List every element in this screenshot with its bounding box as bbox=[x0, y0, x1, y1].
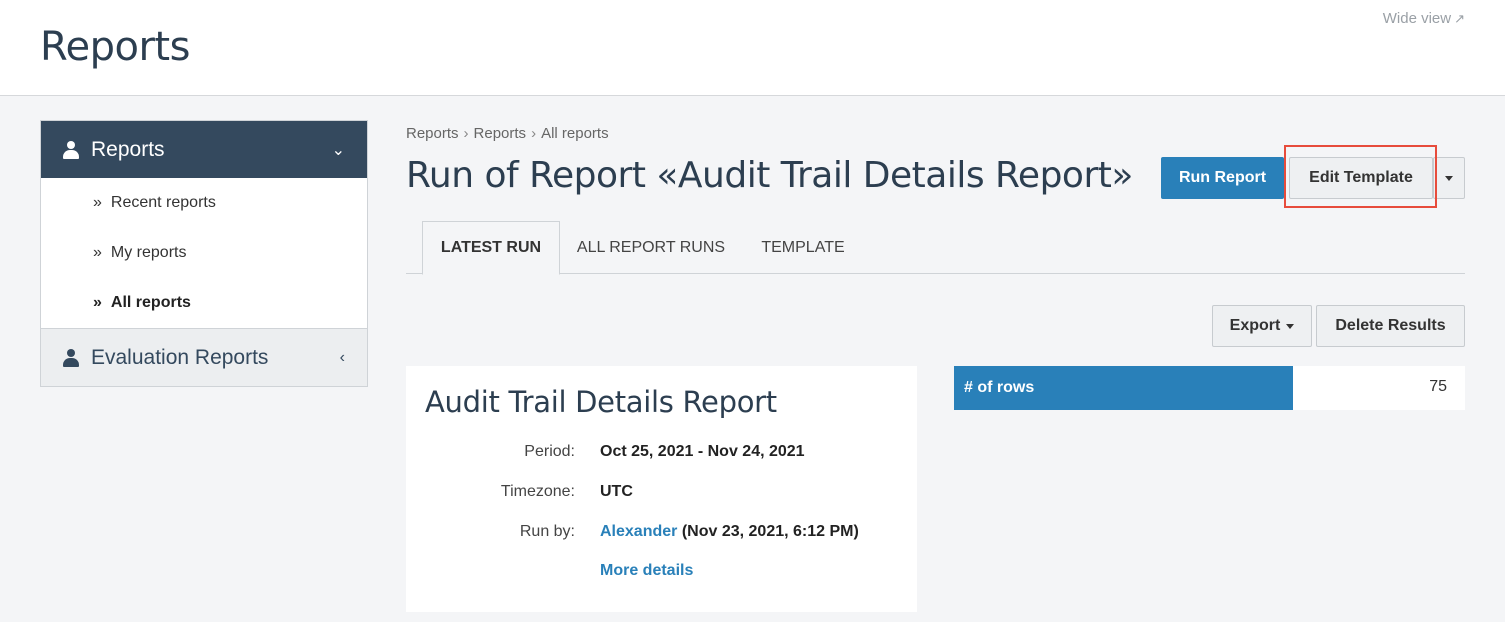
rows-stat-value: 75 bbox=[1429, 378, 1447, 395]
sidebar-item-my-reports[interactable]: » My reports bbox=[41, 228, 367, 278]
rows-stat-label: # of rows bbox=[954, 366, 1293, 410]
run-report-button[interactable]: Run Report bbox=[1161, 157, 1284, 199]
chevron-left-icon: ‹ bbox=[339, 348, 345, 366]
tab-template[interactable]: TEMPLATE bbox=[746, 221, 860, 274]
delete-results-button[interactable]: Delete Results bbox=[1316, 305, 1465, 347]
sidebar-section-label: Evaluation Reports bbox=[91, 345, 269, 369]
sidebar-items: » Recent reports » My reports » All repo… bbox=[41, 178, 367, 328]
template-dropdown-button[interactable] bbox=[1433, 157, 1465, 199]
breadcrumb-item-reports-2[interactable]: Reports bbox=[474, 125, 527, 142]
double-chevron-right-icon: » bbox=[93, 194, 102, 211]
report-details-card: Audit Trail Details Report Period: Oct 2… bbox=[406, 366, 917, 612]
period-value: Oct 25, 2021 - Nov 24, 2021 bbox=[600, 443, 805, 460]
run-by-label: Run by: bbox=[519, 523, 575, 540]
rows-stat: # of rows 75 bbox=[954, 366, 1465, 410]
sidebar-section-evaluation-reports[interactable]: Evaluation Reports ‹ bbox=[41, 328, 367, 386]
sidebar-section-label: Reports bbox=[91, 137, 165, 161]
breadcrumb: Reports › Reports › All reports bbox=[406, 125, 609, 142]
report-name: Audit Trail Details Report bbox=[425, 385, 777, 419]
run-by-value: Alexander (Nov 23, 2021, 6:12 PM) bbox=[600, 523, 859, 541]
chevron-down-icon: ⌄ bbox=[331, 141, 345, 159]
export-label: Export bbox=[1229, 317, 1281, 334]
export-button[interactable]: Export bbox=[1212, 305, 1312, 347]
page-title: Run of Report «Audit Trail Details Repor… bbox=[406, 155, 1133, 196]
sidebar-section-reports[interactable]: Reports ⌄ bbox=[41, 121, 367, 178]
user-icon bbox=[63, 140, 79, 159]
tab-all-report-runs[interactable]: ALL REPORT RUNS bbox=[566, 221, 736, 274]
wide-view-toggle[interactable]: Wide view ↗ bbox=[1383, 10, 1465, 27]
caret-down-icon bbox=[1286, 323, 1295, 329]
top-header: Reports Wide view ↗ bbox=[0, 0, 1505, 96]
period-label: Period: bbox=[524, 443, 575, 460]
highlight-frame bbox=[1284, 145, 1437, 208]
sidebar-item-label: Recent reports bbox=[110, 194, 216, 211]
sidebar-item-label: My reports bbox=[110, 244, 187, 261]
sidebar: Reports ⌄ » Recent reports » My reports … bbox=[40, 120, 368, 387]
sidebar-item-recent-reports[interactable]: » Recent reports bbox=[41, 178, 367, 228]
sidebar-item-label: All reports bbox=[110, 294, 191, 311]
run-by-time: (Nov 23, 2021, 6:12 PM) bbox=[681, 523, 859, 540]
double-chevron-right-icon: » bbox=[93, 294, 102, 311]
more-details-link[interactable]: More details bbox=[600, 562, 693, 580]
breadcrumb-item-all-reports[interactable]: All reports bbox=[541, 125, 609, 142]
wide-view-label: Wide view bbox=[1382, 10, 1452, 27]
timezone-value: UTC bbox=[600, 483, 633, 500]
breadcrumb-separator-icon: › bbox=[531, 125, 537, 142]
sidebar-item-all-reports[interactable]: » All reports bbox=[41, 278, 367, 328]
breadcrumb-item-reports[interactable]: Reports bbox=[406, 125, 459, 142]
run-by-user-link[interactable]: Alexander bbox=[600, 523, 677, 540]
user-icon bbox=[63, 348, 79, 367]
timezone-label: Timezone: bbox=[500, 483, 575, 500]
expand-icon: ↗ bbox=[1454, 11, 1465, 26]
breadcrumb-separator-icon: › bbox=[463, 125, 469, 142]
double-chevron-right-icon: » bbox=[93, 244, 102, 261]
caret-down-icon bbox=[1445, 175, 1453, 181]
tab-latest-run[interactable]: LATEST RUN bbox=[422, 221, 560, 275]
page-header-title: Reports bbox=[40, 24, 190, 70]
tab-bar: LATEST RUN ALL REPORT RUNS TEMPLATE bbox=[406, 221, 1465, 275]
